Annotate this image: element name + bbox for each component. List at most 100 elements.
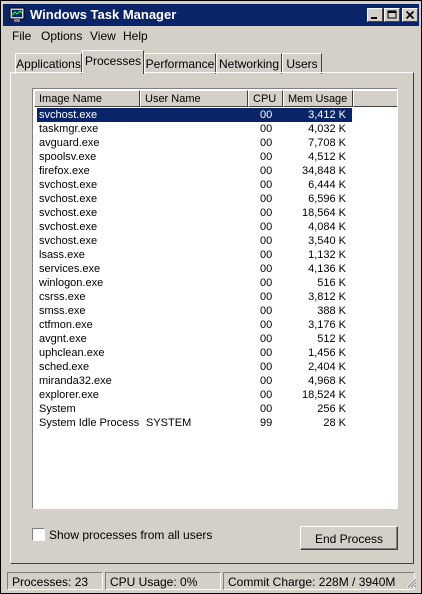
process-mem-usage: 4,968 K	[308, 375, 346, 387]
process-row[interactable]: csrss.exe 00 3,812 K	[34, 290, 397, 304]
process-mem-usage: 516 K	[317, 277, 346, 289]
status-commit-charge: Commit Charge: 228M / 3940M	[223, 572, 415, 590]
process-cpu: 00	[260, 403, 273, 415]
show-all-users-label: Show processes from all users	[49, 528, 213, 542]
tab-networking[interactable]: Networking	[216, 53, 282, 74]
status-processes: Processes: 23	[7, 572, 103, 590]
status-bar: Processes: 23 CPU Usage: 0% Commit Charg…	[3, 572, 419, 591]
tab-applications[interactable]: Applications	[15, 53, 82, 74]
process-list[interactable]: Image Name User Name CPU Mem Usage svcho…	[32, 88, 398, 509]
tab-users[interactable]: Users	[282, 53, 322, 74]
process-cpu: 00	[260, 193, 273, 205]
process-mem-usage: 3,176 K	[308, 319, 346, 331]
process-image-name: sched.exe	[39, 361, 90, 373]
process-row[interactable]: winlogon.exe 00 516 K	[34, 276, 397, 290]
process-row[interactable]: spoolsv.exe 00 4,512 K	[34, 150, 397, 164]
process-row[interactable]: explorer.exe 00 18,524 K	[34, 388, 397, 402]
process-image-name: svchost.exe	[39, 193, 98, 205]
process-row[interactable]: ctfmon.exe 00 3,176 K	[34, 318, 397, 332]
menu-help[interactable]: Help	[123, 29, 148, 43]
maximize-icon	[387, 10, 397, 19]
process-list-header: Image Name User Name CPU Mem Usage	[34, 90, 397, 107]
process-mem-usage: 34,848 K	[301, 165, 346, 177]
process-mem-usage: 4,084 K	[308, 221, 346, 233]
process-row[interactable]: System 00 256 K	[34, 402, 397, 416]
process-image-name: System Idle Process	[39, 417, 140, 429]
process-row[interactable]: sched.exe 00 2,404 K	[34, 360, 397, 374]
task-manager-app-icon	[9, 7, 25, 22]
menu-view[interactable]: View	[90, 29, 116, 43]
process-row[interactable]: taskmgr.exe 00 4,032 K	[34, 122, 397, 136]
column-image-name[interactable]: Image Name	[34, 90, 140, 107]
process-rows: svchost.exe 00 3,412 K taskmgr.exe 00 4,032 K…	[34, 108, 397, 430]
process-row[interactable]: miranda32.exe 00 4,968 K	[34, 374, 397, 388]
minimize-button[interactable]	[367, 8, 383, 22]
process-row[interactable]: svchost.exe 00 6,444 K	[34, 178, 397, 192]
process-image-name: svchost.exe	[39, 207, 98, 219]
column-user-name[interactable]: User Name	[140, 90, 248, 107]
process-image-name: spoolsv.exe	[39, 151, 97, 163]
process-mem-usage: 4,512 K	[308, 151, 346, 163]
process-row[interactable]: lsass.exe 00 1,132 K	[34, 248, 397, 262]
process-row[interactable]: smss.exe 00 388 K	[34, 304, 397, 318]
process-row[interactable]: uphclean.exe 00 1,456 K	[34, 346, 397, 360]
process-mem-usage: 28 K	[323, 417, 346, 429]
process-mem-usage: 6,596 K	[308, 193, 346, 205]
process-mem-usage: 3,412 K	[308, 109, 346, 121]
resize-grip-icon[interactable]	[405, 576, 417, 588]
tab-processes[interactable]: Processes	[82, 50, 144, 74]
column-mem-usage[interactable]: Mem Usage	[283, 90, 353, 107]
process-mem-usage: 256 K	[317, 403, 346, 415]
show-all-users-checkbox[interactable]	[32, 528, 45, 541]
maximize-button[interactable]	[384, 8, 400, 22]
task-manager-window: Windows Task Manager File Options View H…	[0, 0, 422, 594]
process-cpu: 00	[260, 249, 273, 261]
process-cpu: 00	[260, 165, 273, 177]
process-mem-usage: 18,524 K	[301, 389, 346, 401]
close-button[interactable]	[402, 8, 418, 22]
process-row[interactable]: services.exe 00 4,136 K	[34, 262, 397, 276]
process-row[interactable]: avguard.exe 00 7,708 K	[34, 136, 397, 150]
process-user-name: SYSTEM	[146, 417, 192, 429]
process-cpu: 00	[260, 151, 273, 163]
window-title: Windows Task Manager	[30, 7, 177, 22]
process-image-name: miranda32.exe	[39, 375, 112, 387]
process-image-name: svchost.exe	[39, 179, 98, 191]
process-mem-usage: 3,812 K	[308, 291, 346, 303]
minimize-icon	[371, 17, 377, 19]
process-cpu: 00	[260, 319, 273, 331]
process-image-name: smss.exe	[39, 305, 86, 317]
process-mem-usage: 2,404 K	[308, 361, 346, 373]
process-cpu: 00	[260, 235, 273, 247]
process-cpu: 00	[260, 291, 273, 303]
process-image-name: lsass.exe	[39, 249, 85, 261]
process-mem-usage: 388 K	[317, 305, 346, 317]
process-row[interactable]: firefox.exe 00 34,848 K	[34, 164, 397, 178]
process-cpu: 00	[260, 375, 273, 387]
process-image-name: uphclean.exe	[39, 347, 105, 359]
column-cpu[interactable]: CPU	[248, 90, 283, 107]
process-cpu: 00	[260, 305, 273, 317]
menu-file[interactable]: File	[12, 29, 31, 43]
end-process-button[interactable]: End Process	[300, 526, 398, 550]
process-image-name: ctfmon.exe	[39, 319, 93, 331]
process-cpu: 00	[260, 207, 273, 219]
process-row[interactable]: svchost.exe 00 3,412 K	[34, 108, 397, 122]
process-row[interactable]: svchost.exe 00 3,540 K	[34, 234, 397, 248]
process-mem-usage: 4,136 K	[308, 263, 346, 275]
process-row[interactable]: svchost.exe 00 4,084 K	[34, 220, 397, 234]
process-mem-usage: 512 K	[317, 333, 346, 345]
process-image-name: explorer.exe	[39, 389, 99, 401]
tab-performance[interactable]: Performance	[144, 53, 216, 74]
column-spacer	[353, 90, 397, 107]
process-mem-usage: 1,132 K	[308, 249, 346, 261]
title-bar[interactable]: Windows Task Manager	[3, 4, 419, 26]
process-row[interactable]: svchost.exe 00 6,596 K	[34, 192, 397, 206]
process-row[interactable]: System Idle Process SYSTEM 99 28 K	[34, 416, 397, 430]
process-row[interactable]: svchost.exe 00 18,564 K	[34, 206, 397, 220]
menu-options[interactable]: Options	[41, 29, 82, 43]
process-row[interactable]: avgnt.exe 00 512 K	[34, 332, 397, 346]
process-cpu: 00	[260, 123, 273, 135]
close-icon	[405, 10, 415, 20]
process-image-name: svchost.exe	[39, 109, 98, 121]
